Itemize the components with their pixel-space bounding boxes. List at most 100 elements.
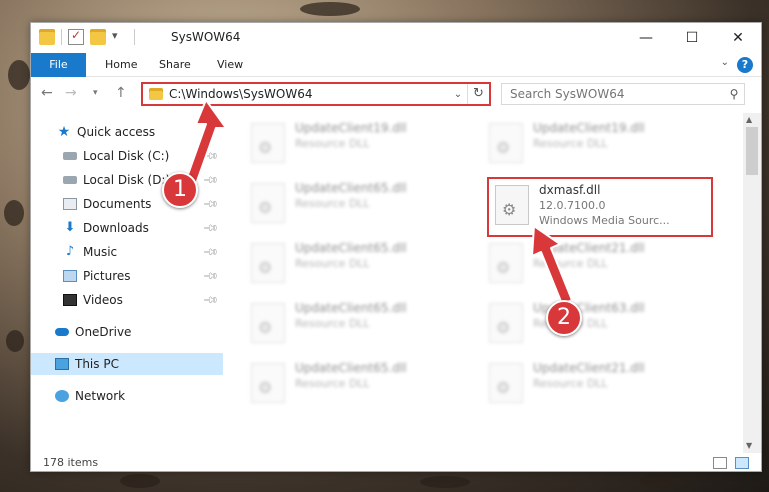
dll-file-icon xyxy=(251,123,285,163)
minimize-button[interactable]: — xyxy=(623,23,669,53)
scroll-up-icon[interactable]: ▲ xyxy=(746,115,752,124)
folder-icon xyxy=(149,88,163,100)
file-list: UpdateClient19.dll Resource DLL UpdateCl… xyxy=(229,113,741,453)
scrollbar-thumb[interactable] xyxy=(746,127,758,175)
file-item[interactable]: UpdateClient21.dll Resource DLL xyxy=(467,237,697,295)
window-controls: — ☐ ✕ xyxy=(623,23,761,53)
chevron-down-icon[interactable]: ⌄ xyxy=(449,89,467,100)
close-button[interactable]: ✕ xyxy=(715,23,761,53)
maximize-button[interactable]: ☐ xyxy=(669,23,715,53)
pin-icon[interactable]: 📌︎ xyxy=(202,148,219,165)
sidebar-item-quick-access[interactable]: ★ Quick access xyxy=(31,121,223,143)
new-folder-icon[interactable] xyxy=(90,29,106,45)
file-item[interactable]: UpdateClient19.dll Resource DLL xyxy=(467,117,697,175)
documents-icon xyxy=(63,198,77,210)
sidebar-item-label: This PC xyxy=(75,357,119,371)
background-spot xyxy=(8,60,30,90)
sidebar-item-label: Videos xyxy=(83,293,123,307)
pin-icon[interactable]: 📌︎ xyxy=(202,244,219,261)
sidebar-item-label: Documents xyxy=(83,197,152,211)
tab-view[interactable]: View xyxy=(205,53,255,77)
up-arrow-icon[interactable]: ↑ xyxy=(115,85,127,101)
help-icon[interactable]: ? xyxy=(737,57,753,73)
search-icon[interactable]: ⚲ xyxy=(724,87,744,101)
file-name: dxmasf.dll xyxy=(539,183,601,197)
tab-file[interactable]: File xyxy=(31,53,86,77)
pin-icon[interactable]: 📌︎ xyxy=(202,268,219,285)
file-description: Resource DLL xyxy=(295,197,370,210)
tab-home[interactable]: Home xyxy=(93,53,149,77)
properties-icon[interactable] xyxy=(68,28,84,45)
sidebar-item-network[interactable]: Network xyxy=(31,385,223,407)
chevron-down-icon[interactable]: ⌄ xyxy=(721,57,729,68)
pin-icon[interactable]: 📌︎ xyxy=(202,220,219,237)
address-path[interactable]: C:\Windows\SysWOW64 xyxy=(169,87,449,101)
background-spot xyxy=(300,2,360,16)
sidebar-item-local-disk-c[interactable]: Local Disk (C:) 📌︎ xyxy=(31,145,223,167)
file-item[interactable]: UpdateClient19.dll Resource DLL xyxy=(229,117,459,175)
dll-file-icon xyxy=(251,363,285,403)
file-item[interactable]: UpdateClient65.dll Resource DLL xyxy=(229,237,459,295)
file-description: Resource DLL xyxy=(295,137,370,150)
tab-share[interactable]: Share xyxy=(147,53,203,77)
file-item[interactable]: UpdateClient65.dll Resource DLL xyxy=(229,177,459,235)
sidebar-item-music[interactable]: ♪ Music 📌︎ xyxy=(31,241,223,263)
sidebar-item-label: Network xyxy=(75,389,126,403)
dll-file-icon xyxy=(251,303,285,343)
sidebar-item-label: Music xyxy=(83,245,118,259)
file-name: UpdateClient19.dll xyxy=(533,121,645,135)
dll-file-icon xyxy=(489,363,523,403)
ribbon-tabs: File Home Share View ⌄ ? xyxy=(31,53,761,77)
download-icon: ⬇ xyxy=(64,220,76,235)
music-icon: ♪ xyxy=(65,244,75,259)
forward-arrow-icon[interactable]: → xyxy=(65,85,77,101)
address-bar[interactable]: C:\Windows\SysWOW64 ⌄ ↻ xyxy=(141,82,491,106)
folder-icon xyxy=(39,29,55,45)
sidebar-item-label: Local Disk (C:) xyxy=(83,149,170,163)
sidebar-item-label: Pictures xyxy=(83,269,131,283)
pictures-icon xyxy=(63,270,77,282)
disk-icon xyxy=(63,152,77,160)
background-spot xyxy=(6,330,24,352)
details-view-icon[interactable] xyxy=(713,457,727,469)
quick-access-toolbar: ▾ xyxy=(39,28,135,45)
recent-locations-icon[interactable]: ▾ xyxy=(93,88,98,98)
status-bar: 178 items xyxy=(31,453,761,473)
sidebar-item-downloads[interactable]: ⬇ Downloads 📌︎ xyxy=(31,217,223,239)
background-spot xyxy=(640,474,680,488)
file-item[interactable]: UpdateClient63.dll Resource DLL xyxy=(467,297,697,355)
file-item[interactable]: UpdateClient65.dll Resource DLL xyxy=(229,297,459,355)
pin-icon[interactable]: 📌︎ xyxy=(202,172,219,189)
file-item[interactable]: UpdateClient65.dll Resource DLL xyxy=(229,357,459,415)
step-1-badge: 1 xyxy=(162,172,198,208)
sidebar-item-pictures[interactable]: Pictures 📌︎ xyxy=(31,265,223,287)
file-description: Resource DLL xyxy=(295,257,370,270)
file-description: Resource DLL xyxy=(533,137,608,150)
dll-file-icon xyxy=(495,185,529,225)
pin-icon[interactable]: 📌︎ xyxy=(202,196,219,213)
navigation-pane: ★ Quick access Local Disk (C:) 📌︎ Local … xyxy=(31,113,223,453)
file-description: Resource DLL xyxy=(533,257,608,270)
refresh-icon[interactable]: ↻ xyxy=(467,84,489,104)
back-arrow-icon[interactable]: ← xyxy=(41,85,53,101)
file-name: UpdateClient21.dll xyxy=(533,241,645,255)
customize-toolbar-icon[interactable]: ▾ xyxy=(112,29,128,45)
step-2-badge: 2 xyxy=(546,300,582,336)
sidebar-item-onedrive[interactable]: OneDrive xyxy=(31,321,223,343)
divider xyxy=(61,29,62,45)
sidebar-item-videos[interactable]: Videos 📌︎ xyxy=(31,289,223,311)
sidebar-item-label: Quick access xyxy=(77,125,156,139)
pc-icon xyxy=(55,358,69,370)
vertical-scrollbar[interactable]: ▲ ▼ xyxy=(743,113,761,453)
file-description: Resource DLL xyxy=(295,317,370,330)
dll-file-icon xyxy=(489,243,523,283)
search-box[interactable]: ⚲ xyxy=(501,83,745,105)
sidebar-item-this-pc[interactable]: This PC xyxy=(31,353,223,375)
file-item[interactable]: UpdateClient21.dll Resource DLL xyxy=(467,357,697,415)
large-icons-view-icon[interactable] xyxy=(735,457,749,469)
pin-icon[interactable]: 📌︎ xyxy=(202,292,219,309)
search-input[interactable] xyxy=(510,87,724,101)
file-item-dxmasf[interactable]: dxmasf.dll 12.0.7100.0 Windows Media Sou… xyxy=(487,177,713,237)
scroll-down-icon[interactable]: ▼ xyxy=(746,441,752,450)
sidebar-item-label: OneDrive xyxy=(75,325,132,339)
